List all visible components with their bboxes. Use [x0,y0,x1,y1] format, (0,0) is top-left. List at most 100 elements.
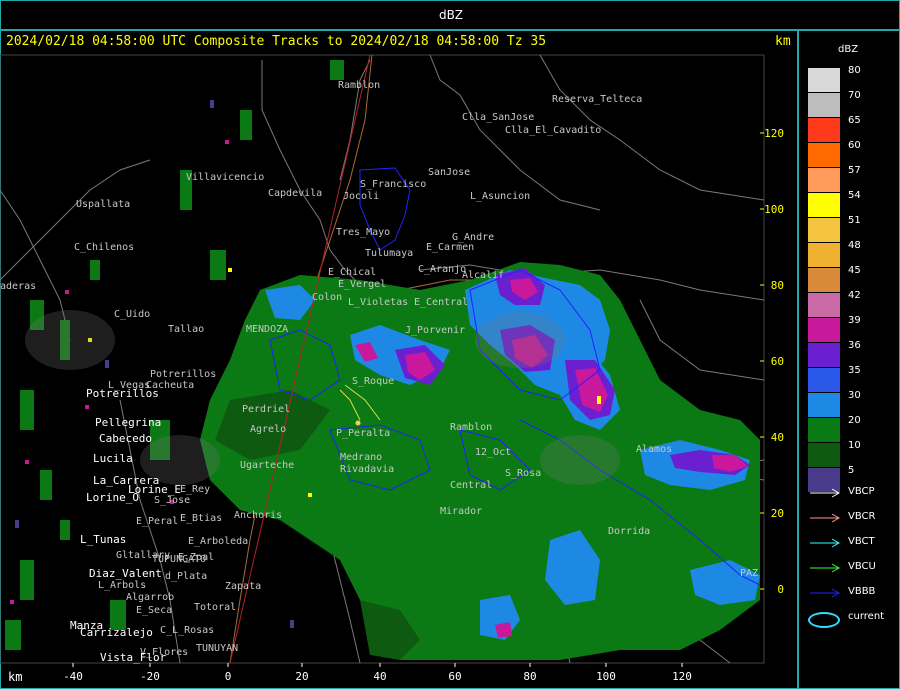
place-label-algarrob: Algarrob [126,592,174,603]
place-label-diaz-valent: Diaz_Valent [89,567,162,580]
place-label-agrelo: Agrelo [250,424,286,435]
x-tick-label: 120 [672,670,692,683]
legend-level-label: 57 [848,165,861,176]
place-label-totoral: Totoral [194,602,236,613]
place-label-zapata: Zapata [225,581,261,592]
legend-level-label: 65 [848,115,861,126]
legend-level-label: 20 [848,415,861,426]
place-label-e-chical: E_Chical [328,267,376,278]
place-label-uspallata: Uspallata [76,199,130,210]
legend-swatch [808,318,840,342]
legend-level-label: 80 [848,65,861,76]
place-label-e-vergel: E_Vergel [338,279,386,290]
y-tick-label: 80 [771,279,784,292]
km-unit-bottom: km [8,670,23,684]
place-label-e-seca: E_Seca [136,605,172,616]
place-label-e-btias: E_Btias [180,513,222,524]
x-tick-label: 100 [596,670,616,683]
place-label-s-roque: S_Roque [352,376,394,387]
place-label-perdriel: Perdriel [242,404,290,415]
place-label-ramblon-2: Ramblon [450,422,492,433]
place-label-lucila: Lucila [93,452,133,465]
place-label-anchoris: Anchoris [234,510,282,521]
legend-swatch [808,393,840,417]
legend-swatch [808,243,840,267]
legend-level-label: 36 [848,340,861,351]
place-label-e-peral: E_Peral [136,516,178,527]
x-tick-label: 80 [523,670,536,683]
x-tick-label: -20 [140,670,160,683]
legend-level-label: 51 [848,215,861,226]
legend-swatch [808,443,840,467]
place-label-ugarteche: Ugarteche [240,460,294,471]
legend-swatch [808,193,840,217]
legend-level-label: 39 [848,315,861,326]
place-label-medrano: Medrano [340,452,382,463]
subtitle-text: 2024/02/18 04:58:00 UTC Composite Tracks… [6,34,547,49]
place-label-gltallary: Gltallary [116,550,170,561]
place-label-e-rey: E_Rey [180,484,210,495]
place-label-reserva: Reserva_Telteca [552,94,642,105]
radar-map[interactable]: -40 -20 0 20 40 60 80 100 120 120 100 80 60 40 20 0 Ra… [0,0,900,689]
legend-track-label: VBBB [848,586,876,597]
place-label-tallao: Tallao [168,324,204,335]
legend-title: dBZ [838,44,859,55]
legend-level-label: 54 [848,190,861,201]
legend-track-arrow-icon [810,513,841,523]
x-tick-label: 20 [295,670,308,683]
place-label-tres-mayo: Tres_Mayo [336,227,390,238]
place-label-la-plata: d_Plata [165,571,207,582]
legend-swatch [808,143,840,167]
place-label-mirador: Mirador [440,506,482,517]
place-label-l-tunas: L_Tunas [80,533,126,546]
place-label-c-aranjo: C_Aranjo [418,264,466,275]
place-label-jocoli: Jocoli [343,191,379,202]
legend-track-label: VBCT [848,536,875,547]
place-label-pellegrina: Pellegrina [95,416,161,429]
place-label-sanjose: SanJose [428,167,470,178]
place-label-manzano: Manza [70,619,103,632]
legend-swatch [808,293,840,317]
legend-track-arrow-icon [810,563,841,573]
place-label-villavicencio: Villavicencio [186,172,264,183]
place-label-clla-cavadito: Clla_El_Cavadito [505,125,601,136]
legend-track-label: VBCR [848,511,876,522]
y-tick-label: 120 [764,127,784,140]
place-label-alamos: Alamos [636,444,672,455]
place-label-porvenir: J_Porvenir [405,325,465,336]
place-label-rivadavia: Rivadavia [340,464,394,475]
place-label-paz: PAZ [740,568,758,579]
y-tick-label: 40 [771,431,784,444]
place-label-dorrida: Dorrida [608,526,650,537]
y-tick-label: 100 [764,203,784,216]
place-label-12-oct: 12_Oct [475,447,511,458]
legend-track-arrow-icon [810,488,841,498]
place-label-e-carmen: E_Carmen [426,242,474,253]
y-tick-label: 0 [777,583,784,596]
place-label-l-arbols: L_Arbols [98,580,146,591]
place-label-p-peralta: P_Peralta [336,428,390,439]
place-label-central: Central [450,480,492,491]
x-tick-label: 0 [225,670,232,683]
place-label-mendoza: MENDOZA [246,324,288,335]
y-tick-label: 60 [771,355,784,368]
place-label-c-rosas: C_L_Rosas [160,625,214,636]
legend-swatch [808,168,840,192]
place-label-s-rosa: S_Rosa [505,468,541,479]
place-label-potrerillos: Potrerillos [86,387,159,400]
x-tick-label: 60 [448,670,461,683]
legend-swatch [808,118,840,142]
x-tick-label: -40 [63,670,83,683]
legend-track-label: VBCP [848,486,875,497]
legend-swatch [808,93,840,117]
legend-swatch [808,68,840,92]
legend-swatch [808,343,840,367]
km-unit-top: km [775,34,791,49]
legend-current-icon [808,612,840,628]
legend-level-label: 30 [848,390,861,401]
place-label-tulumaya: Tulumaya [365,248,413,259]
legend-level-label: 48 [848,240,861,251]
place-label-e-zpal: E_Zpal [178,552,214,563]
x-axis-ticks: -40 -20 0 20 40 60 80 100 120 [63,663,692,683]
legend-level-label: 5 [848,465,855,476]
